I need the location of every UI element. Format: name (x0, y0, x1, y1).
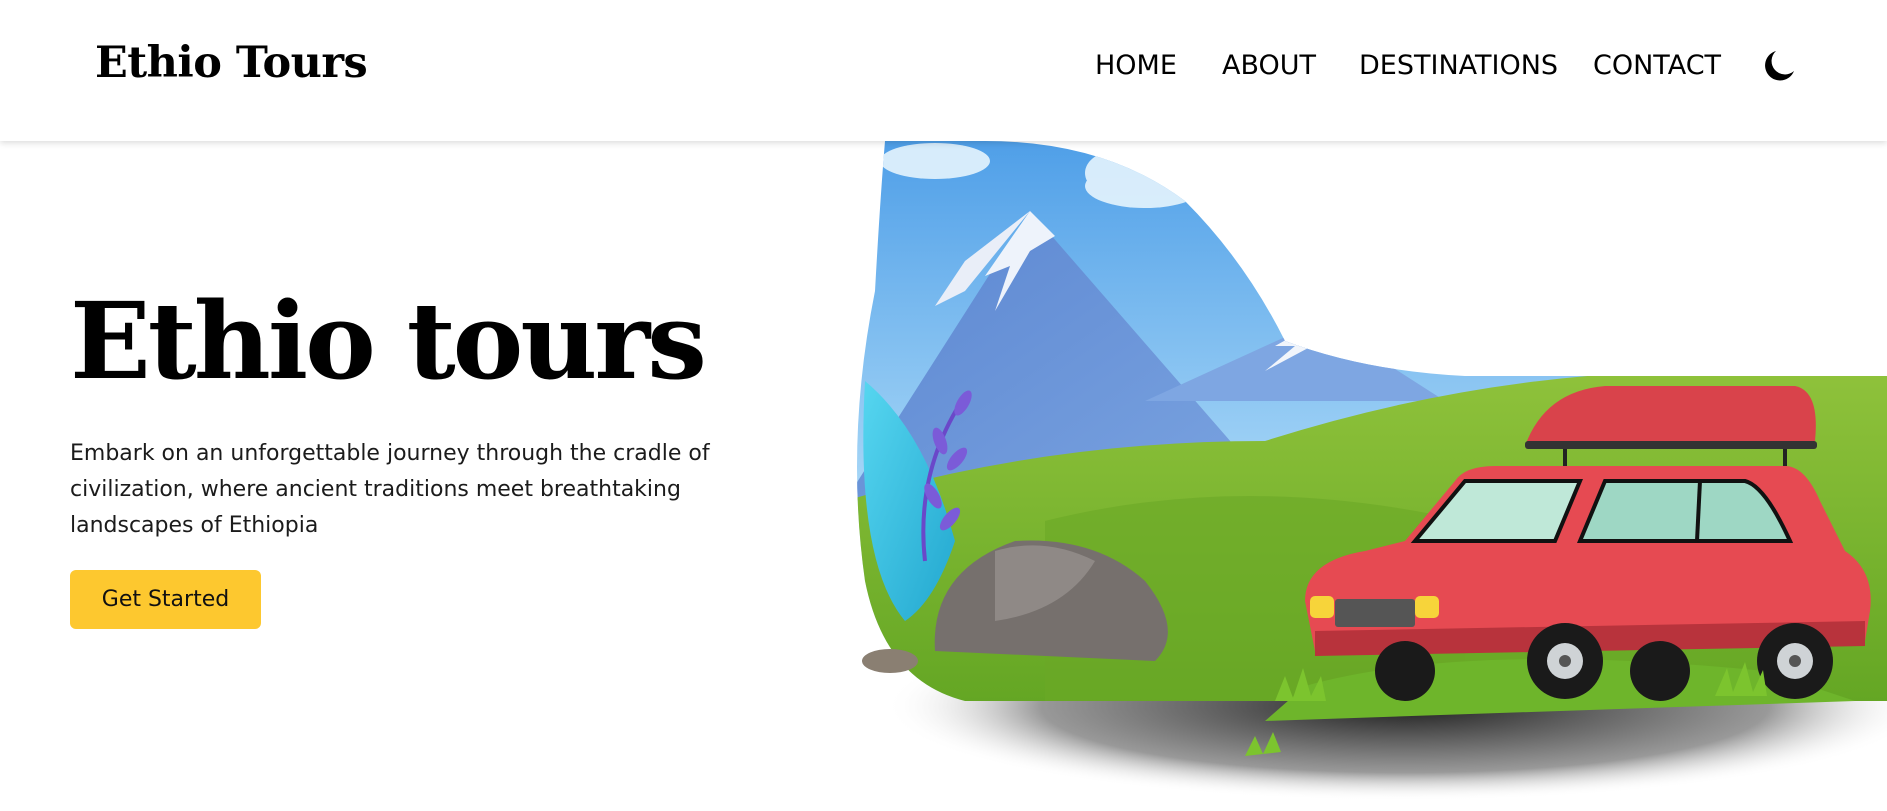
brand-logo[interactable]: Ethio Tours (95, 38, 368, 88)
hero-illustration (845, 141, 1887, 811)
navbar: Ethio Tours HOME ABOUT DESTINATIONS CONT… (0, 0, 1887, 141)
nav-contact-link[interactable]: CONTACT (1593, 50, 1721, 81)
theme-toggle-button[interactable] (1762, 49, 1796, 83)
hero-description: Embark on an unforgettable journey throu… (70, 441, 710, 538)
get-started-button[interactable]: Get Started (70, 570, 261, 629)
nav-home-link[interactable]: HOME (1095, 50, 1177, 81)
hero-title: Ethio tours (70, 278, 707, 403)
moon-icon (1765, 51, 1794, 81)
nav-destinations-link[interactable]: DESTINATIONS (1359, 50, 1558, 81)
nav-about-link[interactable]: ABOUT (1222, 50, 1316, 81)
car-landscape-illustration (857, 141, 1887, 801)
